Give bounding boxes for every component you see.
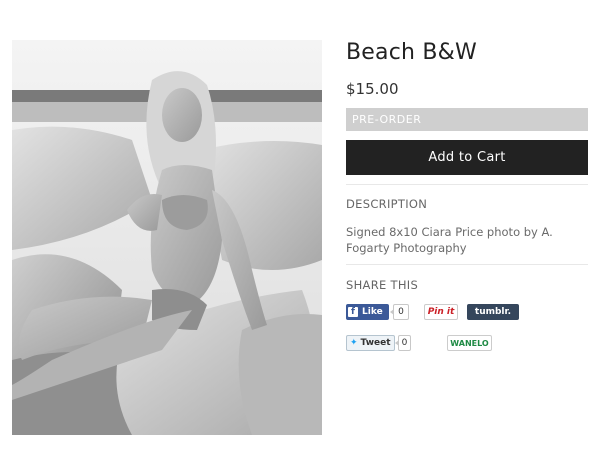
tweet-button[interactable]: ✦ Tweet (346, 335, 395, 351)
add-to-cart-button[interactable]: Add to Cart (346, 140, 588, 175)
preorder-badge: PRE-ORDER (346, 108, 588, 131)
product-description: Signed 8x10 Ciara Price photo by A. Foga… (346, 225, 553, 255)
tweet-label: Tweet (360, 338, 391, 348)
wanelo-save-button[interactable]: WANELO (447, 335, 492, 351)
twitter-bird-icon: ✦ (350, 338, 358, 348)
product-photo-image (12, 40, 322, 435)
product-photo[interactable] (12, 40, 322, 435)
facebook-icon: f (348, 307, 358, 317)
divider (346, 184, 588, 185)
description-heading: DESCRIPTION (346, 197, 428, 211)
facebook-like-label: Like (362, 307, 383, 317)
divider (346, 264, 588, 265)
product-price: $15.00 (346, 80, 399, 98)
tweet-count: 0 (395, 335, 411, 351)
pinterest-pin-button[interactable]: Pin it (424, 304, 458, 320)
facebook-like-button[interactable]: f Like (346, 304, 389, 320)
facebook-like-count: 0 (390, 304, 409, 320)
product-title: Beach B&W (346, 40, 477, 65)
tumblr-share-button[interactable]: tumblr. (467, 304, 519, 320)
share-heading: SHARE THIS (346, 278, 419, 292)
